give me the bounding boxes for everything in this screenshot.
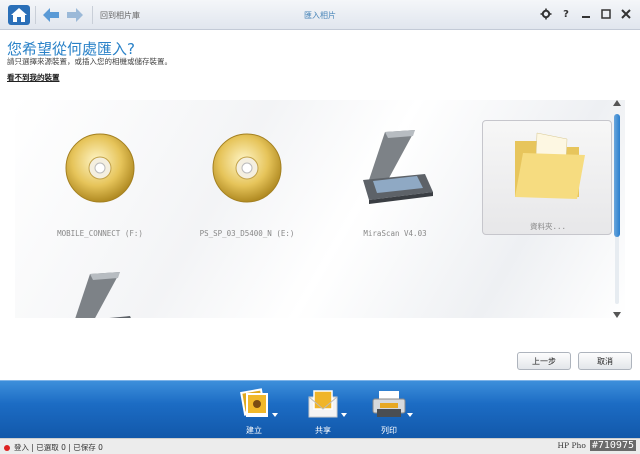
- cd-disc-icon: [212, 133, 282, 203]
- back-to-library-link[interactable]: 回到相片庫: [100, 10, 140, 21]
- task-create[interactable]: 建立: [228, 387, 288, 437]
- device-list-scrollbar[interactable]: [611, 100, 625, 318]
- scanner-icon: [75, 272, 131, 318]
- home-icon[interactable]: [7, 4, 31, 26]
- device-tile-mobile-connect[interactable]: MOBILE_CONNECT (F:): [35, 110, 165, 238]
- task-label: 共享: [315, 426, 331, 435]
- device-tile-folder[interactable]: 資料夾...: [482, 120, 612, 235]
- cd-disc-icon: [65, 133, 135, 203]
- chevron-down-icon[interactable]: [407, 413, 413, 417]
- device-label: PS_SP_03_D5400_N (E:): [199, 229, 295, 238]
- chevron-down-icon[interactable]: [341, 413, 347, 417]
- device-tile-mirascan[interactable]: MiraScan V4.03: [330, 110, 460, 238]
- device-label: MiraScan V4.03: [363, 229, 427, 238]
- settings-icon[interactable]: [540, 8, 552, 20]
- printer-icon: [372, 391, 406, 417]
- device-label: 資料夾...: [529, 222, 567, 231]
- create-photos-icon: [240, 388, 268, 417]
- scroll-down-arrow-icon[interactable]: [613, 312, 621, 318]
- task-share[interactable]: 共享: [297, 387, 357, 437]
- login-status-icon: [4, 444, 10, 451]
- cant-find-device-link[interactable]: 看不到我的裝置: [7, 72, 60, 83]
- status-info: 登入 | 已選取 0 | 已保存 0: [4, 442, 103, 453]
- toolbar-divider: [92, 6, 93, 24]
- share-envelope-icon: [308, 390, 338, 418]
- task-label: 建立: [246, 426, 262, 435]
- help-icon[interactable]: ?: [560, 8, 572, 20]
- task-bar: 建立 共享 列印: [0, 380, 640, 438]
- watermark: #710975: [589, 440, 636, 451]
- device-tile-ps-sp[interactable]: PS_SP_03_D5400_N (E:): [182, 110, 312, 238]
- scanner-icon: [363, 130, 433, 204]
- status-bar: 登入 | 已選取 0 | 已保存 0 HP Pho #710975: [0, 438, 640, 454]
- folder-icon: [515, 132, 585, 199]
- brand-text: HP Pho: [557, 441, 586, 450]
- maximize-icon[interactable]: [600, 8, 612, 20]
- forward-arrow-icon[interactable]: [66, 7, 84, 23]
- close-icon[interactable]: [620, 8, 632, 20]
- title-bar: 回到相片庫 匯入相片 ?: [0, 0, 640, 30]
- window-controls: ?: [540, 8, 632, 20]
- scroll-thumb[interactable]: [614, 114, 620, 237]
- back-arrow-icon[interactable]: [42, 7, 60, 23]
- device-label: MOBILE_CONNECT (F:): [57, 229, 143, 238]
- status-text[interactable]: 登入 | 已選取 0 | 已保存 0: [14, 442, 103, 453]
- chevron-down-icon[interactable]: [272, 413, 278, 417]
- device-list: MOBILE_CONNECT (F:) PS_SP_03_D5400_N (E:…: [15, 100, 625, 318]
- instruction-text: 請只選擇來源裝置，或插入您的相機或儲存裝置。: [7, 57, 172, 66]
- back-button[interactable]: 上一步: [517, 352, 571, 370]
- cancel-button[interactable]: 取消: [578, 352, 632, 370]
- task-print[interactable]: 列印: [363, 387, 423, 437]
- toolbar-divider: [35, 6, 36, 24]
- device-tile-scanner-2[interactable]: [35, 252, 165, 318]
- task-label: 列印: [381, 426, 397, 435]
- minimize-icon[interactable]: [580, 8, 592, 20]
- scroll-up-arrow-icon[interactable]: [613, 100, 621, 106]
- brand: HP Pho #710975: [557, 440, 636, 451]
